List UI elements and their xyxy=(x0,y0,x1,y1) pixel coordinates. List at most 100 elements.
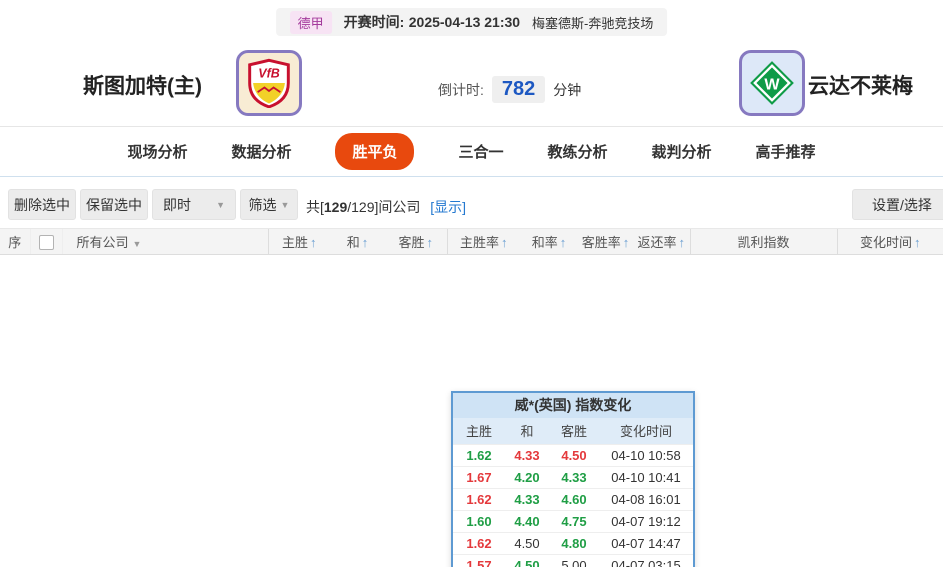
col-label: 和率 xyxy=(531,235,558,250)
popup-odds-cell: 4.33 xyxy=(505,443,549,466)
svg-text:W: W xyxy=(764,75,780,93)
tab-1[interactable]: 数据分析 xyxy=(231,141,291,162)
sort-asc-icon: ↑ xyxy=(426,235,434,250)
tab-6[interactable]: 高手推荐 xyxy=(756,141,816,162)
filter-dropdown[interactable]: 筛选 ▼ xyxy=(240,189,298,220)
away-team-name: 云达不莱梅 xyxy=(808,75,913,98)
count-shown: 129 xyxy=(323,199,348,215)
home-crest-icon: VfB xyxy=(248,58,290,108)
home-team-name: 斯图加特(主) xyxy=(83,75,202,98)
tab-2[interactable]: 胜平负 xyxy=(335,133,415,170)
delete-selected-button[interactable]: 删除选中 xyxy=(8,189,76,220)
keep-selected-button[interactable]: 保留选中 xyxy=(80,189,148,220)
count-prefix: 共[ xyxy=(306,199,324,215)
odds-table: 序 所有公司 ▼ 主胜 ↑ 和 ↑ 客胜 ↑ 主胜率 ↑ 和率 ↑ 客胜率 ↑ 返还率 ↑ 凯利… xyxy=(0,228,943,255)
popup-row: 1.57 4.50 5.00 04-07 03:15 xyxy=(453,553,693,567)
col-header-away-odds[interactable]: 客胜 ↑ xyxy=(385,228,447,255)
col-label: 主胜率 xyxy=(459,235,499,250)
col-header-company[interactable]: 所有公司 ▼ xyxy=(61,228,268,255)
chevron-down-icon: ▼ xyxy=(280,199,290,210)
popup-odds-cell: 4.50 xyxy=(505,553,549,567)
popup-time-cell: 04-07 03:15 xyxy=(599,553,693,567)
col-header-home-rate[interactable]: 主胜率 ↑ xyxy=(446,228,520,255)
sort-asc-icon: ↑ xyxy=(559,235,567,250)
sort-asc-icon: ↑ xyxy=(310,235,317,250)
popup-table: 主胜 和 客胜 变化时间 1.62 4.33 4.50 04-10 10:58 1.67… xyxy=(453,418,693,567)
popup-odds-cell: 5.00 xyxy=(549,553,599,567)
popup-col-time: 变化时间 xyxy=(599,418,693,444)
col-header-away-rate[interactable]: 客胜率 ↑ xyxy=(578,228,633,255)
popup-col-home: 主胜 xyxy=(453,418,505,444)
popup-row: 1.62 4.33 4.60 04-08 16:01 xyxy=(453,487,693,510)
sort-asc-icon: ↑ xyxy=(361,235,369,250)
col-label: 和 xyxy=(346,235,360,250)
svg-text:VfB: VfB xyxy=(258,66,280,80)
kickoff-time: 2025-04-13 21:30 xyxy=(408,14,521,30)
popup-odds-cell: 4.33 xyxy=(549,465,599,488)
col-header-draw-odds[interactable]: 和 ↑ xyxy=(330,228,385,255)
home-team-logo: VfB xyxy=(236,50,302,116)
company-count: 共[129/129]间公司 [显示] xyxy=(306,197,466,217)
countdown-unit: 分钟 xyxy=(553,81,582,98)
select-all-checkbox[interactable] xyxy=(38,234,54,250)
col-header-company-label: 所有公司 xyxy=(76,235,129,250)
tab-3[interactable]: 三合一 xyxy=(458,141,503,162)
popup-odds-cell: 1.62 xyxy=(453,443,505,466)
popup-odds-cell: 1.67 xyxy=(453,465,505,488)
col-label: 客胜率 xyxy=(581,235,621,250)
popup-odds-cell: 4.80 xyxy=(549,531,599,554)
popup-col-away: 客胜 xyxy=(549,418,599,444)
popup-odds-cell: 4.20 xyxy=(505,465,549,488)
countdown-value: 782 xyxy=(491,76,546,103)
sort-asc-icon: ↑ xyxy=(678,235,686,250)
tab-4[interactable]: 教练分析 xyxy=(548,141,608,162)
col-header-kelly: 凯利指数 xyxy=(689,228,837,255)
col-header-draw-rate[interactable]: 和率 ↑ xyxy=(520,228,578,255)
chevron-down-icon: ▼ xyxy=(216,199,225,210)
league-badge: 德甲 xyxy=(289,10,332,34)
col-header-return-rate[interactable]: 返还率 ↑ xyxy=(633,228,690,255)
sort-asc-icon: ↑ xyxy=(622,235,630,250)
tab-0[interactable]: 现场分析 xyxy=(127,141,187,162)
countdown: 倒计时: 782 分钟 xyxy=(438,76,581,103)
analysis-tab-bar: 现场分析 数据分析 胜平负 三合一 教练分析 裁判分析 高手推荐 xyxy=(0,127,943,177)
popup-odds-cell: 4.40 xyxy=(505,509,549,532)
col-header-no: 序 xyxy=(0,228,30,255)
table-toolbar: 删除选中 保留选中 即时 ▼ 筛选 ▼ 共[129/129]间公司 [显示] 设… xyxy=(0,183,943,228)
tab-5[interactable]: 裁判分析 xyxy=(652,141,712,162)
col-header-home-odds[interactable]: 主胜 ↑ xyxy=(267,228,330,255)
popup-row: 1.62 4.50 4.80 04-07 14:47 xyxy=(453,531,693,554)
popup-time-cell: 04-10 10:58 xyxy=(599,443,693,466)
popup-odds-cell: 4.50 xyxy=(549,443,599,466)
col-header-change-time[interactable]: 变化时间 ↑ xyxy=(836,228,943,255)
instant-dropdown-label: 即时 xyxy=(163,196,191,213)
instant-dropdown[interactable]: 即时 ▼ xyxy=(152,189,236,220)
settings-select-button[interactable]: 设置/选择 xyxy=(852,189,943,220)
popup-odds-cell: 4.50 xyxy=(505,531,549,554)
sort-asc-icon: ↑ xyxy=(501,235,508,250)
kickoff-label: 开赛时间: xyxy=(343,14,405,30)
show-link[interactable]: [显示] xyxy=(430,199,466,215)
popup-title: 威*(英国) 指数变化 xyxy=(453,393,693,418)
popup-time-cell: 04-07 14:47 xyxy=(599,531,693,554)
popup-odds-cell: 1.62 xyxy=(453,487,505,510)
popup-odds-cell: 1.60 xyxy=(453,509,505,532)
sort-asc-icon: ↑ xyxy=(914,235,921,250)
popup-row: 1.60 4.40 4.75 04-07 19:12 xyxy=(453,509,693,532)
chevron-down-icon: ▼ xyxy=(132,239,142,249)
popup-odds-cell: 4.60 xyxy=(549,487,599,510)
popup-odds-cell: 1.62 xyxy=(453,531,505,554)
table-header-row: 序 所有公司 ▼ 主胜 ↑ 和 ↑ 客胜 ↑ 主胜率 ↑ 和率 ↑ 客胜率 ↑ 返还率 ↑ 凯利… xyxy=(0,228,943,255)
popup-header-row: 主胜 和 客胜 变化时间 xyxy=(453,418,693,444)
col-label: 客胜 xyxy=(398,235,425,250)
venue: 梅塞德斯-奔驰竞技场 xyxy=(532,15,654,31)
popup-time-cell: 04-08 16:01 xyxy=(599,487,693,510)
popup-time-cell: 04-10 10:41 xyxy=(599,465,693,488)
popup-odds-cell: 4.75 xyxy=(549,509,599,532)
popup-col-draw: 和 xyxy=(505,418,549,444)
filter-dropdown-label: 筛选 xyxy=(248,196,277,213)
odds-change-popup: 威*(英国) 指数变化 主胜 和 客胜 变化时间 1.62 4.33 4.50 04-… xyxy=(451,391,695,567)
popup-odds-cell: 1.57 xyxy=(453,553,505,567)
popup-odds-cell: 4.33 xyxy=(505,487,549,510)
popup-row: 1.67 4.20 4.33 04-10 10:41 xyxy=(453,465,693,488)
